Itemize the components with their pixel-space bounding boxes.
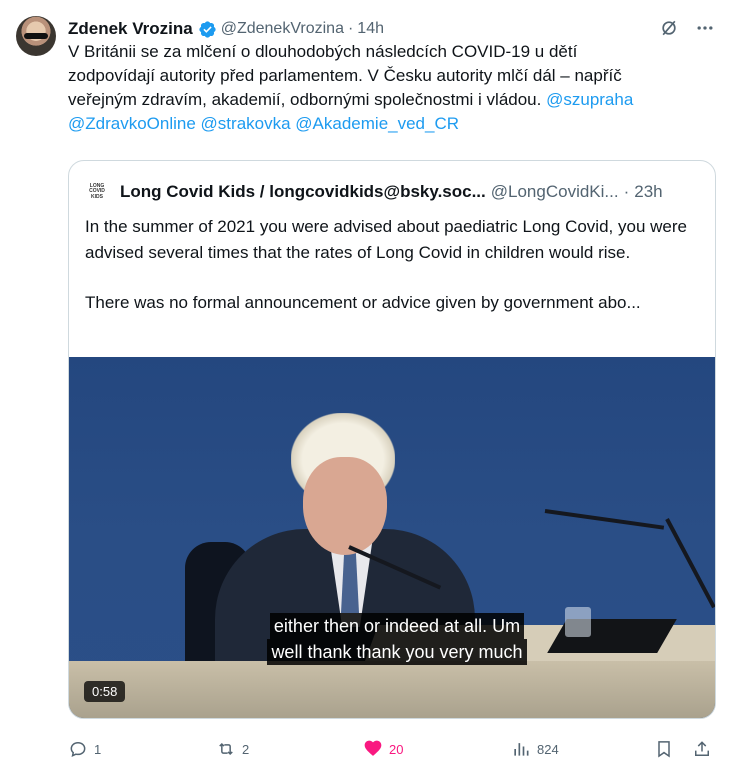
bookmark-icon <box>658 741 670 758</box>
verified-badge-icon <box>198 20 217 39</box>
repost-button[interactable]: 2 <box>216 736 249 762</box>
more-icon[interactable] <box>694 17 716 39</box>
quoted-author-avatar[interactable]: LONG COVID KIDS <box>86 181 108 203</box>
reply-button[interactable]: 1 <box>68 736 101 762</box>
author-name[interactable]: Zdenek Vrozina <box>68 19 193 39</box>
quoted-time[interactable]: 23h <box>634 182 662 202</box>
quoted-tweet-header: LONG COVID KIDS Long Covid Kids / longco… <box>86 179 701 205</box>
reply-count: 1 <box>94 741 102 757</box>
like-count: 20 <box>389 741 404 757</box>
avatar-glasses <box>24 33 48 39</box>
quoted-author-name[interactable]: Long Covid Kids / longcovidkids@bsky.soc… <box>120 182 486 202</box>
tweet-actions: 1 2 20 824 <box>68 736 716 762</box>
mention-link[interactable]: @strakovka <box>201 114 291 133</box>
caption-line: either then or indeed at all. Um <box>269 613 525 639</box>
quoted-tweet[interactable]: LONG COVID KIDS Long Covid Kids / longco… <box>68 160 716 719</box>
video-scene-glass <box>565 607 591 637</box>
grok-icon[interactable] <box>658 17 680 39</box>
reply-icon <box>70 741 86 757</box>
tweet-text-segment: veřejným zdravím, akademií, odbornými sp… <box>68 90 542 109</box>
like-button[interactable]: 20 <box>363 736 403 762</box>
repost-count: 2 <box>242 741 250 757</box>
share-button[interactable] <box>692 736 712 762</box>
video-scene-face <box>303 457 387 555</box>
repost-icon <box>219 742 233 756</box>
video-scene-mic-stand <box>665 518 715 609</box>
bookmark-button[interactable] <box>654 736 674 762</box>
tweet-text-line: veřejným zdravím, akademií, odbornými sp… <box>68 88 708 112</box>
tweet-text-line: @ZdravkoOnline @strakovka @Akademie_ved_… <box>68 112 708 136</box>
header-separator: · <box>347 20 354 37</box>
quoted-paragraph: In the summer of 2021 you were advised a… <box>85 217 687 262</box>
header-actions <box>658 17 716 39</box>
caption-line: well thank thank you very much <box>267 639 527 665</box>
mention-link[interactable]: @ZdravkoOnline <box>68 114 196 133</box>
tweet-header: Zdenek Vrozina @ZdenekVrozina · 14h <box>68 17 716 41</box>
tweet-text-line: zodpovídají autority před parlamentem. V… <box>68 66 622 85</box>
video-duration: 0:58 <box>84 681 126 702</box>
author-avatar[interactable] <box>16 16 56 56</box>
author-handle[interactable]: @ZdenekVrozina <box>221 20 344 38</box>
views-icon <box>514 743 529 756</box>
video-scene-microphone <box>544 509 665 530</box>
views-button[interactable]: 824 <box>511 736 559 762</box>
mention-link[interactable]: @Akademie_ved_CR <box>295 114 459 133</box>
video-player[interactable]: either then or indeed at all. Um well th… <box>69 357 715 718</box>
quoted-paragraph: There was no formal announcement or advi… <box>85 293 641 312</box>
quoted-separator: · <box>623 182 630 201</box>
quoted-tweet-text: In the summer of 2021 you were advised a… <box>85 214 705 316</box>
tweet-text-line: V Británii se za mlčení o dlouhodobých n… <box>68 42 578 61</box>
mention-link[interactable]: @szupraha <box>546 90 633 109</box>
like-icon <box>364 740 382 756</box>
share-icon <box>695 741 709 756</box>
tweet-time[interactable]: 14h <box>357 20 384 38</box>
views-count: 824 <box>537 741 559 757</box>
video-caption: either then or indeed at all. Um well th… <box>241 613 553 665</box>
video-scene-desk-front <box>69 661 715 718</box>
quoted-author-handle[interactable]: @LongCovidKi... <box>491 182 619 202</box>
tweet-text: V Británii se za mlčení o dlouhodobých n… <box>68 40 708 136</box>
logo-text: KIDS <box>91 193 103 200</box>
